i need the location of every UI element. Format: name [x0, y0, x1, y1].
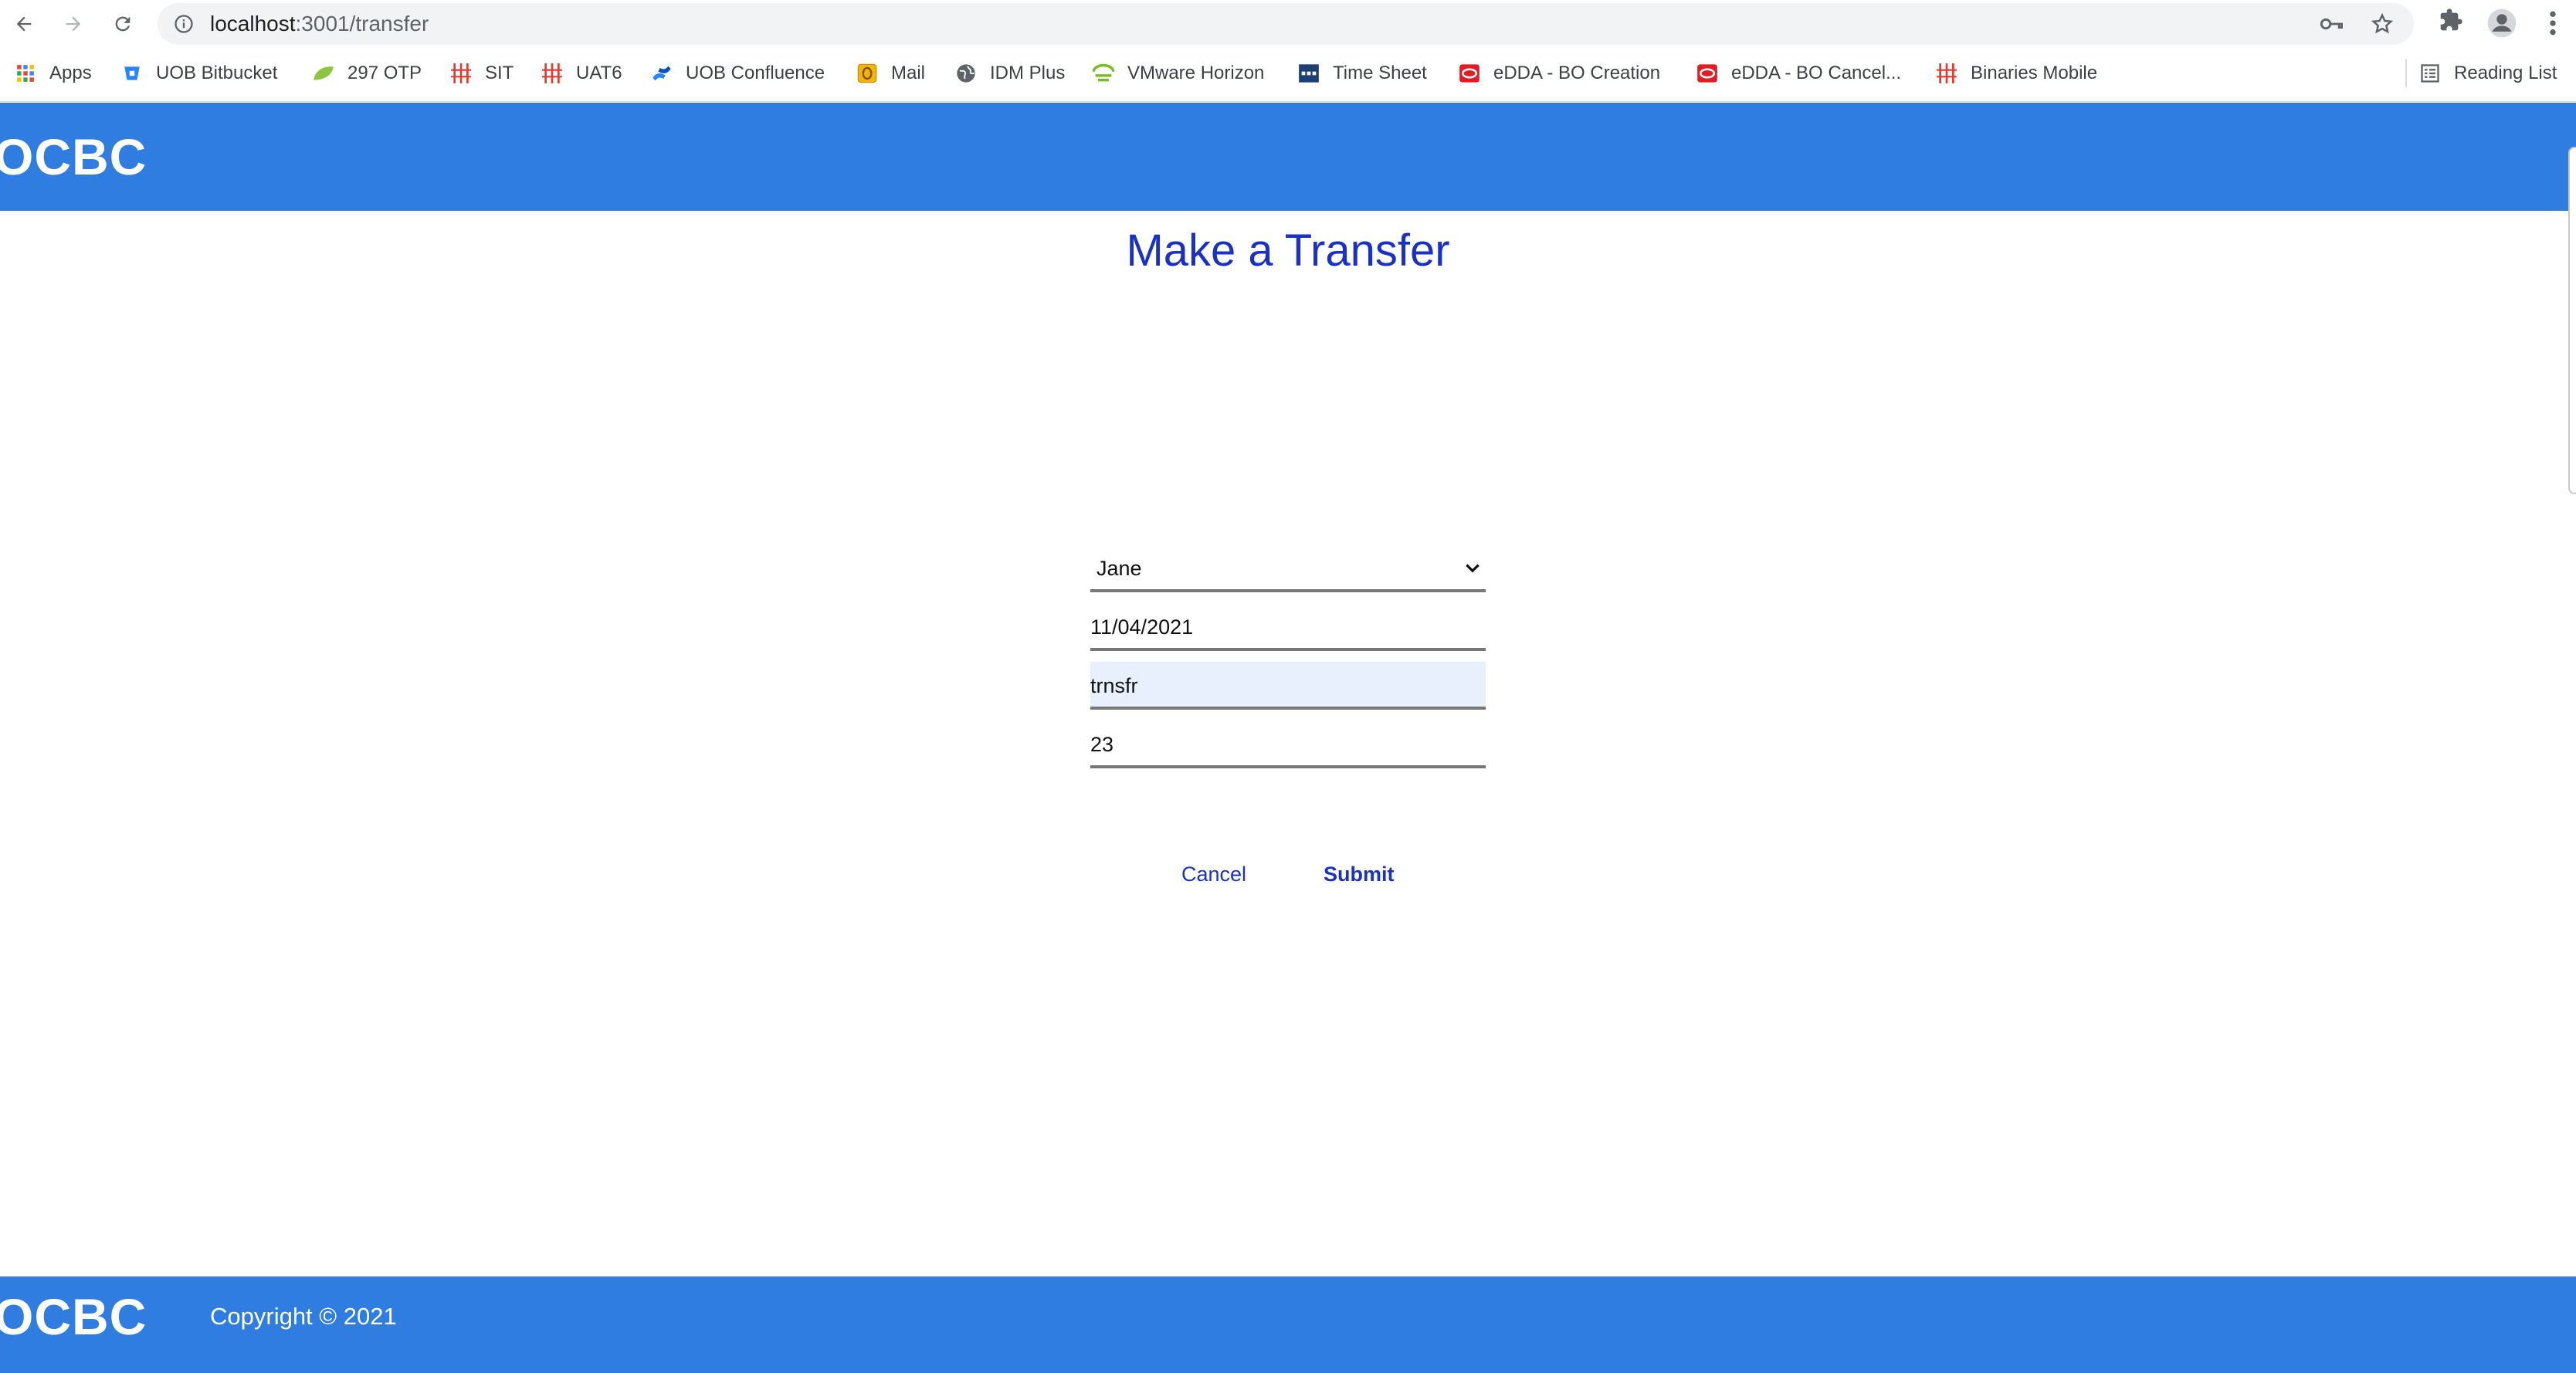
date-value: 11/04/2021	[1090, 615, 1194, 639]
red-bars-icon	[1935, 62, 1958, 85]
bookmark-time-sheet[interactable]: Time Sheet	[1297, 48, 1427, 99]
site-header: OCBC	[0, 103, 2576, 211]
amount-value: 23	[1090, 733, 1114, 756]
bookmark-297-otp[interactable]: 297 OTP	[312, 48, 422, 99]
site-footer: OCBC Copyright © 2021	[0, 1276, 2576, 1373]
bookmark-edda-bo-cancel[interactable]: eDDA - BO Cancel...	[1696, 48, 1901, 99]
spring-leaf-icon	[312, 62, 335, 85]
reading-list-icon	[2418, 62, 2442, 85]
extensions-puzzle-icon[interactable]	[2439, 8, 2463, 36]
bookmark-label: Binaries Mobile	[1971, 63, 2098, 83]
bookmarks-bar: Apps UOB Bitbucket 297 OTP SIT UAT6 UOB …	[0, 48, 2576, 102]
submit-button[interactable]: Submit	[1324, 856, 1395, 893]
page-title: Make a Transfer	[1126, 225, 1450, 276]
bookmark-sit[interactable]: SIT	[449, 48, 514, 99]
bookmark-uob-confluence[interactable]: UOB Confluence	[650, 48, 825, 99]
reading-list-button[interactable]: Reading List	[2418, 48, 2557, 99]
arrow-left-icon	[16, 16, 32, 32]
bookmark-label: eDDA - BO Creation	[1493, 63, 1661, 83]
reload-button[interactable]	[107, 8, 139, 40]
bookmark-label: 297 OTP	[347, 63, 422, 83]
bookmark-label: UAT6	[576, 63, 622, 83]
star-icon[interactable]	[2371, 12, 2394, 39]
bookmark-label: SIT	[485, 63, 514, 83]
bookmark-uob-bitbucket[interactable]: UOB Bitbucket	[120, 48, 277, 99]
ppm-icon	[1297, 62, 1320, 85]
description-input[interactable]: trnsfr	[1090, 662, 1486, 710]
bookmark-apps[interactable]: Apps	[14, 48, 92, 99]
globe-icon	[954, 62, 978, 85]
date-input[interactable]: 11/04/2021	[1090, 603, 1486, 651]
bookmark-label: UOB Bitbucket	[156, 63, 278, 83]
bookmark-label: IDM Plus	[990, 63, 1066, 83]
outlook-icon	[856, 62, 879, 85]
bookmark-label: Apps	[49, 63, 92, 83]
bookmark-vmware-horizon[interactable]: VMware Horizon	[1092, 48, 1264, 99]
key-icon[interactable]	[2320, 12, 2344, 39]
bookmark-idm-plus[interactable]: IDM Plus	[954, 48, 1065, 99]
red-bars-icon	[541, 62, 564, 85]
bookmark-label: UOB Confluence	[686, 63, 825, 83]
bookmark-uat6[interactable]: UAT6	[541, 48, 622, 99]
forward-button[interactable]	[57, 8, 90, 40]
confluence-icon	[650, 62, 673, 85]
red-bars-icon	[449, 62, 473, 85]
payee-value: Jane	[1096, 557, 1142, 580]
site-info-icon[interactable]	[173, 13, 195, 39]
footer-logo[interactable]: OCBC	[0, 1276, 147, 1357]
url-text[interactable]: localhost:3001/transfer	[210, 3, 429, 45]
bookmark-mail[interactable]: Mail	[856, 48, 925, 99]
bookmark-label: Time Sheet	[1333, 63, 1427, 83]
profile-avatar-icon[interactable]	[2486, 8, 2517, 42]
back-button[interactable]	[8, 8, 40, 40]
bookmark-label: eDDA - BO Cancel...	[1731, 63, 1902, 83]
bitbucket-icon	[120, 62, 144, 85]
bookmark-label: VMware Horizon	[1127, 63, 1265, 83]
chevron-down-icon	[1463, 558, 1483, 584]
oracle-icon	[1696, 62, 1719, 85]
payee-select[interactable]: Jane	[1090, 544, 1486, 592]
more-menu-icon[interactable]	[2547, 8, 2559, 42]
browser-toolbar: localhost:3001/transfer	[0, 0, 2576, 48]
arrow-right-icon	[66, 16, 81, 32]
apps-grid-icon	[14, 62, 37, 85]
copyright-text: Copyright © 2021	[210, 1303, 397, 1330]
reading-list-label: Reading List	[2454, 63, 2557, 83]
bookmarks-divider	[2405, 59, 2407, 87]
description-value: trnsfr	[1090, 674, 1138, 697]
bookmark-binaries-mobile[interactable]: Binaries Mobile	[1935, 48, 2097, 99]
scrollbar-edge[interactable]	[2568, 147, 2576, 494]
cancel-button[interactable]: Cancel	[1181, 856, 1246, 893]
oracle-icon	[1458, 62, 1481, 85]
vmware-horizon-icon	[1092, 62, 1115, 85]
header-logo[interactable]: OCBC	[0, 103, 147, 211]
address-bar[interactable]: localhost:3001/transfer	[158, 3, 2414, 45]
bookmark-label: Mail	[891, 63, 926, 83]
reload-icon	[115, 16, 130, 32]
url-host: localhost	[210, 12, 296, 36]
url-path: :3001/transfer	[295, 12, 429, 36]
amount-input[interactable]: 23	[1090, 720, 1486, 768]
bookmark-edda-bo-creation[interactable]: eDDA - BO Creation	[1458, 48, 1660, 99]
